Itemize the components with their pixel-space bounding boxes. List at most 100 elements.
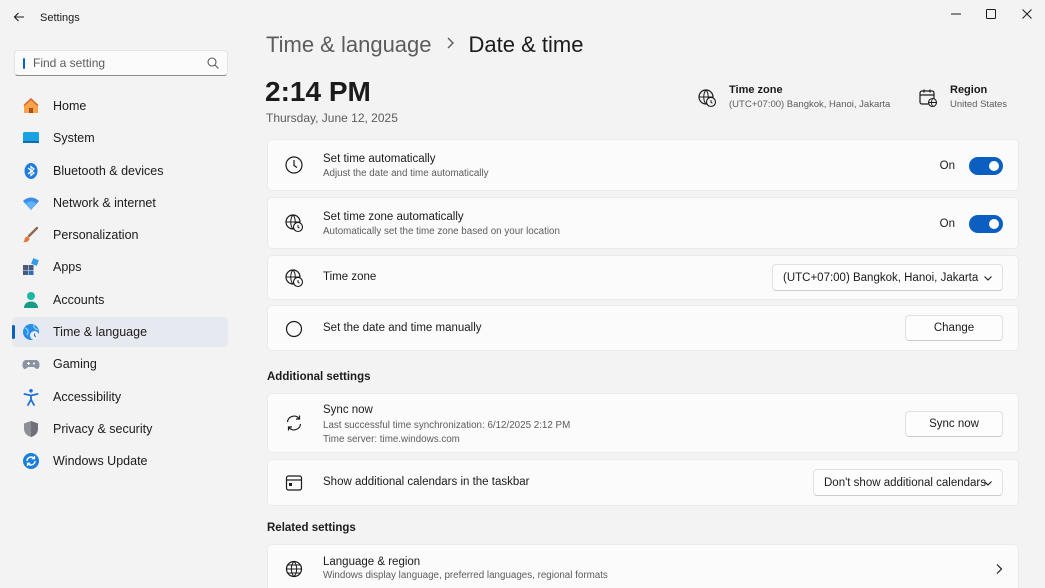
sidebar-item-label: Apps	[53, 260, 82, 275]
bluetooth-icon	[22, 162, 40, 180]
system-icon	[22, 129, 40, 147]
language-region-card[interactable]: Language & region Windows display langua…	[267, 544, 1019, 588]
sync-title: Sync now	[323, 404, 373, 416]
sidebar-item-windows-update[interactable]: Windows Update	[12, 446, 228, 476]
sidebar-item-label: Time & language	[53, 325, 148, 340]
maximize-button[interactable]	[977, 4, 1005, 24]
region-info-value: United States	[950, 99, 1008, 110]
back-button[interactable]	[8, 6, 30, 28]
time-zone-selected: (UTC+07:00) Bangkok, Hanoi, Jakarta	[783, 271, 979, 284]
app-title: Settings	[40, 12, 80, 24]
sidebar-item-bluetooth[interactable]: Bluetooth & devices	[12, 156, 228, 186]
home-icon	[22, 97, 40, 115]
sync-card: Sync now Last successful time synchroniz…	[267, 393, 1019, 453]
sidebar-item-privacy[interactable]: Privacy & security	[12, 414, 228, 444]
region-info: Region United States	[918, 84, 1007, 110]
search-box[interactable]	[14, 50, 228, 76]
sync-now-button[interactable]: Sync now	[905, 411, 1003, 437]
apps-icon	[22, 258, 40, 276]
calendars-title: Show additional calendars in the taskbar	[323, 476, 530, 488]
sidebar-item-system[interactable]: System	[12, 123, 228, 153]
set-time-auto-title: Set time automatically	[323, 153, 436, 165]
back-arrow-icon	[13, 12, 24, 22]
close-button[interactable]	[1013, 4, 1041, 24]
current-date: Thursday, June 12, 2025	[266, 111, 398, 125]
sync-last-time: Last successful time synchronization: 6/…	[323, 420, 571, 431]
sidebar-item-label: System	[53, 131, 95, 146]
sidebar-item-label: Accounts	[53, 292, 105, 307]
chevron-right-icon	[996, 564, 1003, 574]
sidebar-item-accessibility[interactable]: Accessibility	[12, 382, 228, 412]
time-zone-card: Time zone (UTC+07:00) Bangkok, Hanoi, Ja…	[267, 255, 1019, 300]
sidebar-item-network[interactable]: Network & internet	[12, 188, 228, 218]
calendars-selected: Don't show additional calendars	[824, 476, 987, 489]
sidebar-item-home[interactable]: Home	[12, 91, 228, 121]
sidebar-nav: Home System Bluetooth & devices Network …	[12, 91, 228, 479]
time-zone-title: Time zone	[323, 271, 377, 283]
search-icon[interactable]	[206, 56, 220, 70]
brush-icon	[22, 226, 40, 244]
set-tz-auto-title: Set time zone automatically	[323, 211, 464, 223]
set-time-auto-desc: Adjust the date and time automatically	[323, 168, 489, 179]
update-icon	[22, 452, 40, 470]
globe-clock-icon	[22, 323, 40, 341]
set-tz-auto-toggle[interactable]	[969, 215, 1003, 233]
page-title: Date & time	[468, 32, 584, 57]
set-time-auto-toggle-group: On	[940, 157, 1003, 175]
sync-server: Time server: time.windows.com	[323, 434, 460, 445]
timezone-info-value: (UTC+07:00) Bangkok, Hanoi, Jakarta	[729, 99, 891, 110]
set-tz-auto-card: Set time zone automatically Automaticall…	[267, 197, 1019, 249]
time-zone-dropdown[interactable]: (UTC+07:00) Bangkok, Hanoi, Jakarta	[772, 264, 1003, 291]
region-calendar-icon	[919, 89, 938, 108]
sidebar-item-gaming[interactable]: Gaming	[12, 349, 228, 379]
set-time-auto-toggle[interactable]	[969, 157, 1003, 175]
sidebar-item-accounts[interactable]: Accounts	[12, 285, 228, 315]
clock-icon	[285, 156, 303, 174]
language-region-desc: Windows display language, preferred lang…	[323, 570, 608, 581]
timezone-info-title: Time zone	[729, 84, 783, 96]
close-icon	[1022, 9, 1032, 19]
search-input[interactable]	[33, 55, 203, 71]
calendar-icon	[285, 475, 303, 491]
sidebar-item-label: Accessibility	[53, 389, 122, 404]
manual-time-card: Set the date and time manually Change	[267, 305, 1019, 351]
globe-icon	[285, 560, 303, 578]
circle-icon	[285, 320, 303, 338]
globe-clock-icon	[285, 214, 304, 233]
timezone-info: Time zone (UTC+07:00) Bangkok, Hanoi, Ja…	[697, 84, 890, 110]
change-button[interactable]: Change	[905, 315, 1003, 341]
sidebar-item-label: Windows Update	[53, 454, 148, 469]
globe-clock-icon	[698, 89, 717, 108]
sidebar-item-apps[interactable]: Apps	[12, 252, 228, 282]
toggle-state-label: On	[939, 218, 955, 230]
sidebar-item-personalization[interactable]: Personalization	[12, 220, 228, 250]
related-settings-heading: Related settings	[267, 522, 356, 534]
current-time: 2:14 PM	[265, 76, 371, 107]
gamepad-icon	[22, 355, 40, 373]
chevron-right-icon	[446, 36, 455, 54]
sidebar-item-label: Network & internet	[53, 195, 156, 210]
sidebar-item-label: Bluetooth & devices	[53, 163, 164, 178]
set-tz-auto-desc: Automatically set the time zone based on…	[323, 226, 560, 237]
maximize-icon	[986, 9, 996, 19]
breadcrumb-parent[interactable]: Time & language	[266, 32, 432, 58]
shield-icon	[22, 420, 40, 438]
sidebar-item-label: Personalization	[53, 228, 139, 243]
sidebar-item-label: Privacy & security	[53, 421, 153, 436]
region-info-title: Region	[950, 84, 988, 96]
additional-settings-heading: Additional settings	[267, 371, 371, 383]
set-tz-auto-toggle-group: On	[940, 215, 1003, 233]
breadcrumb: Time & language Date & time	[266, 32, 583, 58]
accounts-icon	[22, 291, 40, 309]
chevron-down-icon	[984, 276, 992, 281]
sidebar-item-time-language[interactable]: Time & language	[12, 317, 228, 348]
set-time-auto-card: Set time automatically Adjust the date a…	[267, 139, 1019, 191]
toggle-knob	[989, 219, 999, 229]
title-bar: Settings	[0, 0, 1045, 36]
sync-icon	[286, 415, 302, 431]
chevron-down-icon	[984, 481, 992, 486]
calendars-dropdown[interactable]: Don't show additional calendars	[813, 469, 1003, 496]
toggle-knob	[989, 161, 999, 171]
sidebar-item-label: Home	[53, 99, 87, 113]
minimize-button[interactable]	[942, 4, 970, 24]
